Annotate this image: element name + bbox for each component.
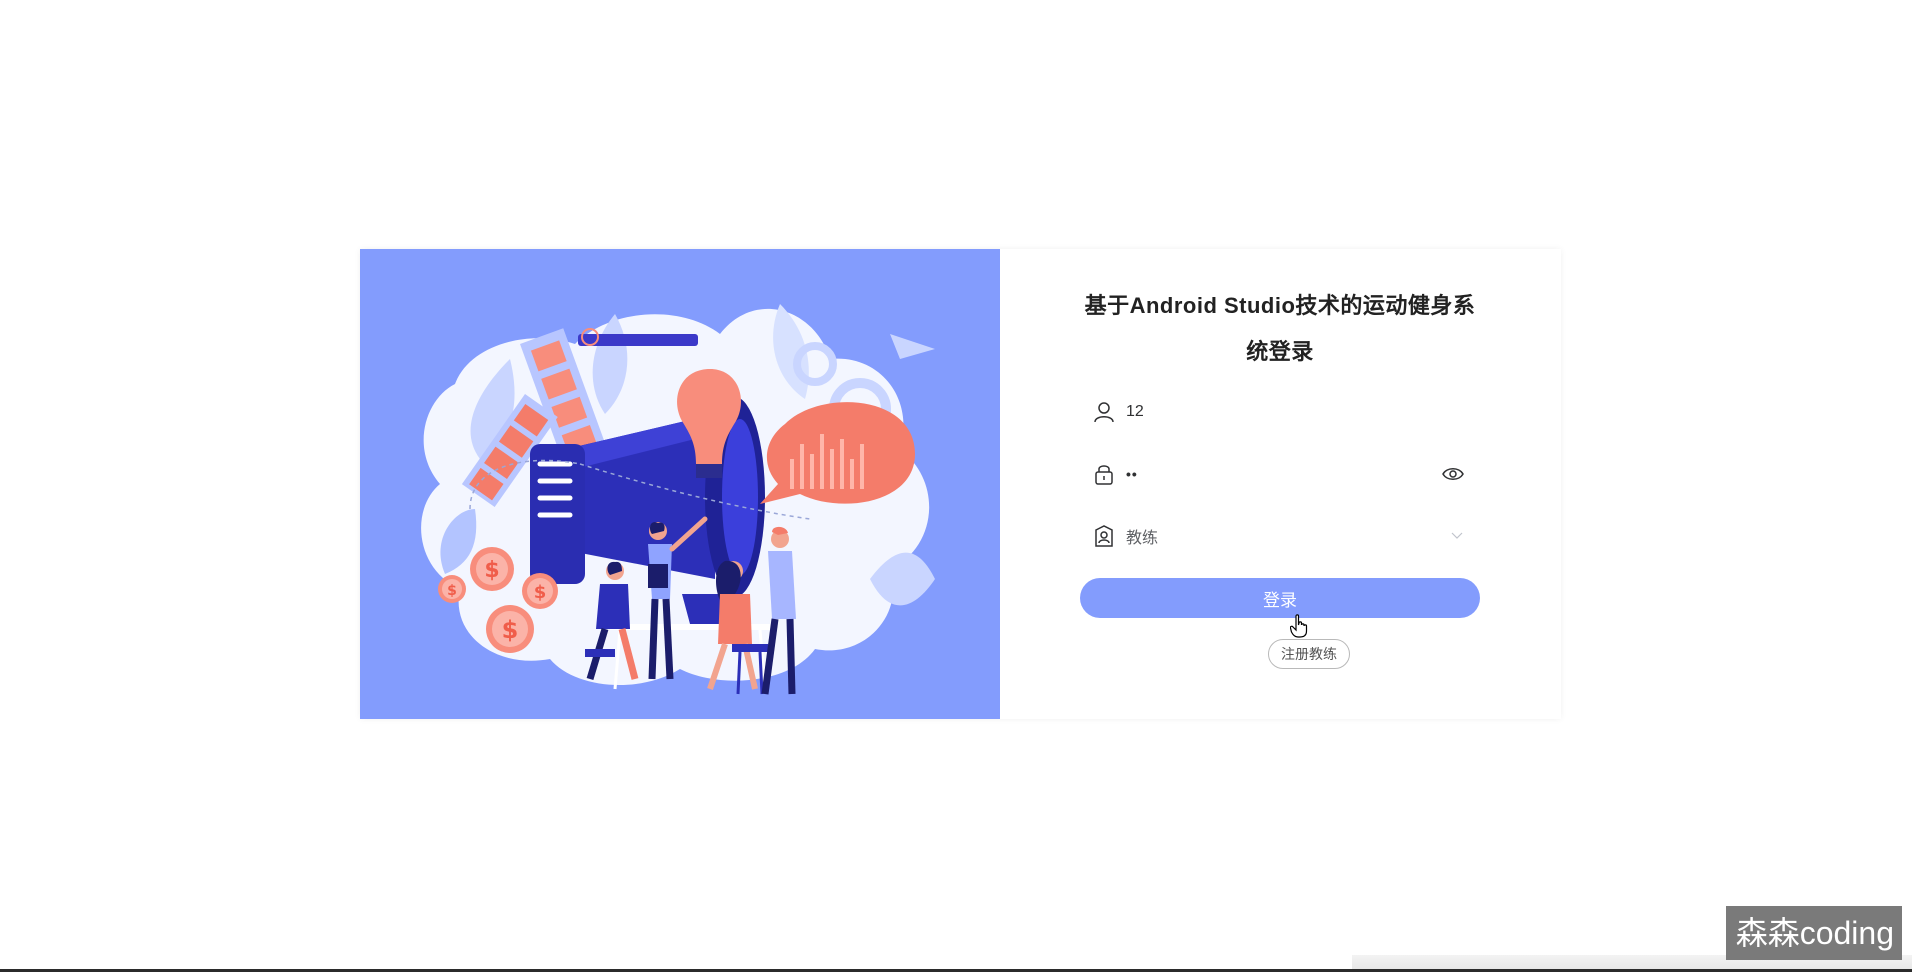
role-icon [1092, 524, 1116, 548]
hand-cursor-icon [1289, 614, 1308, 643]
chevron-down-icon[interactable] [1450, 529, 1464, 543]
watermark: 森森coding [1725, 906, 1902, 960]
password-field[interactable]: •• [1080, 454, 1480, 494]
paper-plane [890, 334, 935, 359]
lock-icon [1092, 462, 1116, 486]
page-title-line-2: 统登录 [1246, 339, 1314, 364]
register-coach-button[interactable]: 注册教练 [1268, 639, 1350, 669]
svg-text:$: $ [534, 582, 547, 603]
password-input[interactable]: •• [1126, 466, 1442, 482]
page-title: 基于Android Studio技术的运动健身系 统登录 [1080, 283, 1480, 375]
team-megaphone-illustration: $ $ $ $ [421, 304, 935, 695]
username-input[interactable]: 12 [1126, 403, 1480, 421]
role-select[interactable]: 教练 [1080, 516, 1480, 556]
lightbulb-base [696, 464, 722, 478]
illustration-panel: $ $ $ $ [360, 249, 1000, 719]
svg-text:$: $ [502, 616, 519, 644]
search-bar-shape [578, 334, 698, 346]
username-field[interactable]: 12 [1080, 392, 1480, 432]
megaphone-bell-inner [722, 419, 758, 575]
eye-icon[interactable] [1442, 463, 1464, 485]
login-card: $ $ $ $ 基于Android Studio技术的运动健身系 统登录 12 … [360, 249, 1561, 719]
user-icon [1092, 400, 1116, 424]
role-select-value[interactable]: 教练 [1126, 524, 1450, 548]
svg-text:$: $ [447, 583, 457, 599]
login-button[interactable]: 登录 [1080, 578, 1480, 618]
page-title-line-1: 基于Android Studio技术的运动健身系 [1084, 293, 1476, 318]
svg-text:$: $ [484, 558, 499, 583]
login-form-panel: 基于Android Studio技术的运动健身系 统登录 12 •• 教练 登录… [1000, 249, 1561, 719]
